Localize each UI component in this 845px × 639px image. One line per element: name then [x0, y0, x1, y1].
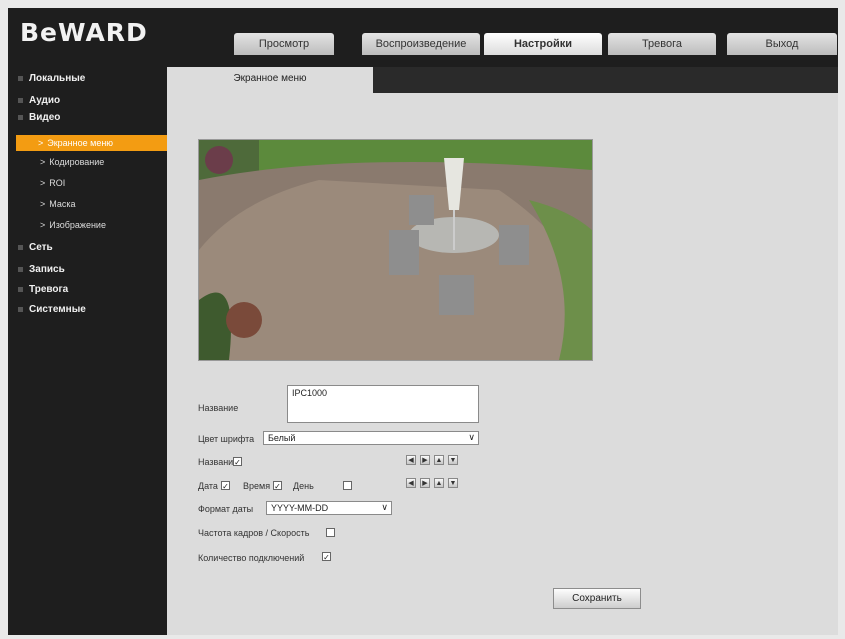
sidebar-item-record[interactable]: Запись — [18, 261, 65, 278]
time-label: Время — [243, 481, 271, 491]
sidebar-sub-roi[interactable]: > ROI — [18, 175, 173, 191]
beward-logo: BeWARD — [20, 18, 148, 47]
save-button[interactable]: Сохранить — [553, 588, 641, 609]
date-checkbox[interactable]: ✓ — [221, 481, 230, 491]
sidebar-sub-label: Экранное меню — [47, 138, 114, 148]
font-color-select[interactable]: Белый ∨ — [263, 431, 479, 445]
chevron-down-icon: ∨ — [468, 432, 475, 442]
sidebar-sub-image[interactable]: > Изображение — [18, 217, 173, 233]
name-pos-left-button[interactable]: ◀ — [406, 455, 416, 465]
sidebar-item-label: Аудио — [29, 95, 61, 106]
sidebar-sub-label: Кодирование — [49, 157, 105, 167]
font-color-label: Цвет шрифта — [198, 434, 255, 444]
bullet-icon — [18, 97, 23, 103]
time-checkbox[interactable]: ✓ — [273, 481, 282, 491]
nav-tab-view[interactable]: Просмотр — [234, 33, 334, 55]
sidebar-item-label: Системные — [29, 304, 86, 315]
name-label: Название — [198, 403, 239, 413]
sidebar-sub-encoding[interactable]: > Кодирование — [18, 154, 173, 170]
bullet-icon — [18, 286, 23, 292]
date-format-select[interactable]: YYYY-MM-DD ∨ — [266, 501, 392, 515]
name-textarea[interactable]: IPC1000 — [287, 385, 479, 423]
bullet-icon — [18, 266, 23, 272]
nav-tab-settings[interactable]: Настройки — [484, 33, 602, 55]
sidebar-sub-label: Маска — [49, 199, 76, 209]
date-format-value: YYYY-MM-DD — [271, 503, 329, 513]
fps-checkbox[interactable] — [326, 528, 335, 537]
sidebar-item-local[interactable]: Локальные — [18, 70, 85, 87]
camera-preview — [198, 139, 593, 361]
bullet-icon — [18, 244, 23, 250]
name-checkbox[interactable]: ✓ — [233, 457, 242, 467]
content-panel: Название IPC1000 Цвет шрифта Белый ∨ Назв… — [167, 93, 838, 635]
sidebar-sub-label: Изображение — [49, 220, 106, 230]
font-color-value: Белый — [268, 433, 296, 443]
nav-tab-exit[interactable]: Выход — [727, 33, 837, 55]
date-pos-right-button[interactable]: ▶ — [420, 478, 430, 488]
date-pos-up-button[interactable]: ▲ — [434, 478, 444, 488]
sidebar-item-label: Сеть — [29, 242, 53, 253]
connections-label: Количество подключений — [198, 553, 305, 563]
chevron-right-icon: > — [40, 178, 46, 188]
fps-label: Частота кадров / Скорость — [198, 528, 310, 538]
sidebar-item-network[interactable]: Сеть — [18, 239, 53, 256]
chevron-right-icon: > — [40, 220, 46, 230]
camera-image — [199, 140, 592, 360]
date-pos-down-button[interactable]: ▼ — [448, 478, 458, 488]
sidebar-sub-osd[interactable]: > Экранное меню — [16, 135, 171, 151]
date-format-label: Формат даты — [198, 504, 254, 514]
chevron-down-icon: ∨ — [381, 502, 388, 512]
bullet-icon — [18, 75, 23, 81]
sidebar-item-label: Запись — [29, 264, 65, 275]
chevron-right-icon: > — [40, 199, 46, 209]
chevron-right-icon: > — [38, 138, 44, 148]
bullet-icon — [18, 306, 23, 312]
sidebar-item-label: Локальные — [29, 73, 86, 84]
sidebar-sub-label: ROI — [49, 178, 66, 188]
day-label: День — [293, 481, 314, 491]
app-window: BeWARD Просмотр Воспроизведение Настройк… — [8, 8, 838, 635]
name-pos-down-button[interactable]: ▼ — [448, 455, 458, 465]
bullet-icon — [18, 114, 23, 120]
date-label: Дата — [198, 481, 218, 491]
sidebar-item-audio[interactable]: Аудио — [18, 92, 60, 109]
connections-checkbox[interactable]: ✓ — [322, 552, 331, 562]
chevron-right-icon: > — [40, 157, 46, 167]
sidebar-item-label: Тревога — [29, 284, 69, 295]
sidebar-item-label: Видео — [29, 112, 61, 123]
date-pos-left-button[interactable]: ◀ — [406, 478, 416, 488]
nav-tab-alarm[interactable]: Тревога — [608, 33, 716, 55]
day-checkbox[interactable] — [343, 481, 352, 490]
sidebar-item-alarm[interactable]: Тревога — [18, 281, 68, 298]
sidebar-item-video[interactable]: Видео — [18, 109, 60, 126]
nav-tab-playback[interactable]: Воспроизведение — [362, 33, 480, 55]
name-pos-right-button[interactable]: ▶ — [420, 455, 430, 465]
sidebar-item-system[interactable]: Системные — [18, 301, 86, 318]
sidebar-sub-mask[interactable]: > Маска — [18, 196, 173, 212]
name-pos-up-button[interactable]: ▲ — [434, 455, 444, 465]
tab-osd[interactable]: Экранное меню — [167, 67, 373, 93]
